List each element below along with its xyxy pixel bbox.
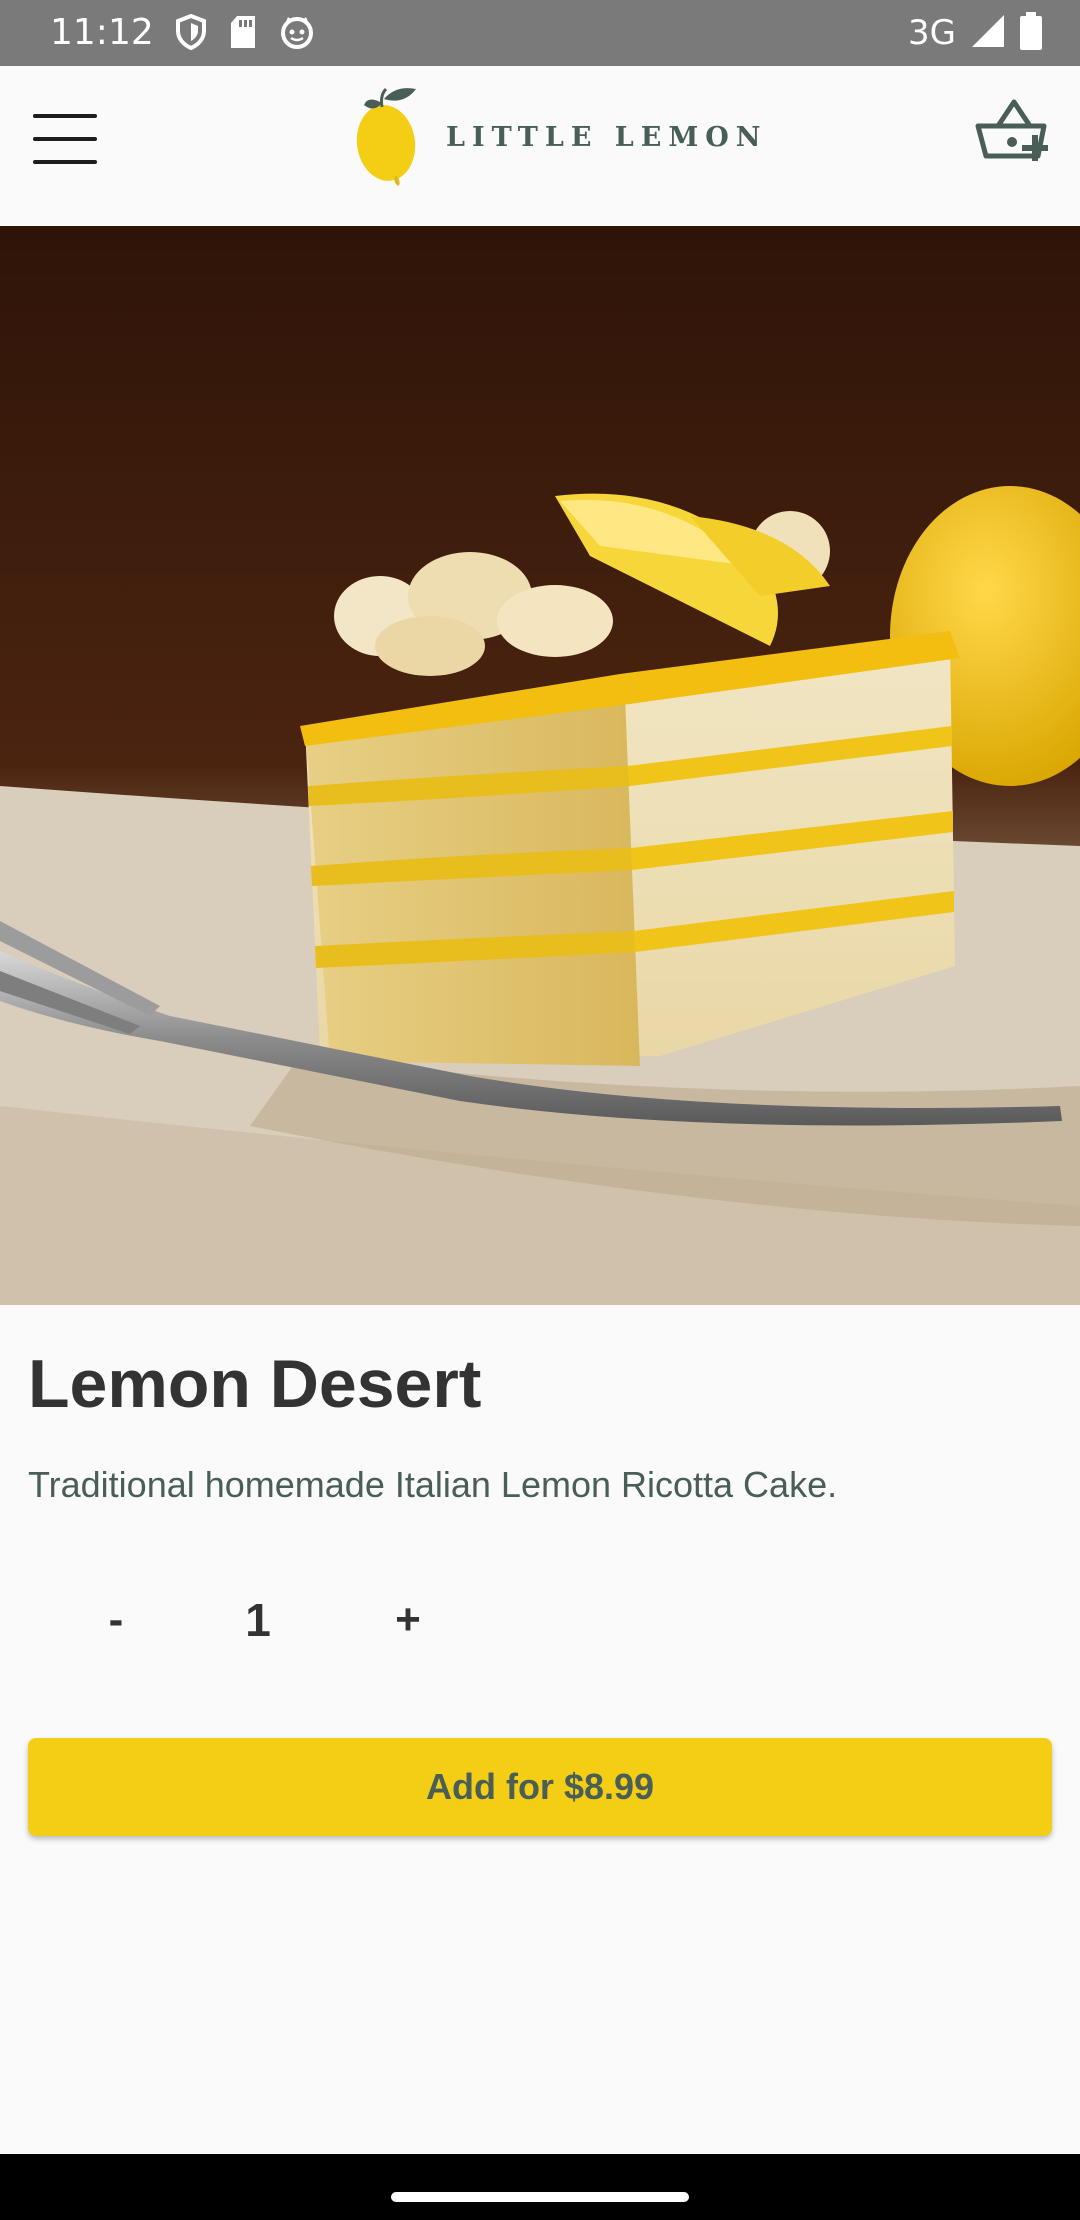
status-time: 11:12 (50, 12, 154, 53)
lemon-cake-photo (0, 226, 1080, 1305)
cart-button[interactable] (974, 96, 1054, 176)
home-gesture-pill[interactable] (391, 2192, 689, 2202)
status-bar: 11:12 3G (0, 0, 1080, 66)
increment-button[interactable]: + (368, 1580, 448, 1660)
lemon-icon (356, 83, 422, 192)
decrement-button[interactable]: - (76, 1580, 156, 1660)
menu-icon-bar (33, 160, 97, 164)
status-icons-right: 3G (908, 12, 1042, 54)
shield-icon (175, 13, 207, 54)
app-logo: LITTLE LEMON (356, 82, 767, 192)
battery-icon (1020, 12, 1042, 54)
product-title: Lemon Desert (28, 1346, 482, 1422)
quantity-value: 1 (245, 1594, 271, 1646)
app-bar: LITTLE LEMON (0, 66, 1080, 226)
menu-icon-bar (33, 114, 97, 118)
product-description: Traditional homemade Italian Lemon Ricot… (28, 1464, 838, 1505)
signal-icon (970, 13, 1006, 53)
sd-card-icon (229, 15, 257, 53)
cat-icon (279, 14, 315, 54)
menu-icon-bar (33, 137, 97, 141)
menu-button[interactable] (28, 104, 108, 184)
status-icons-left (175, 13, 315, 54)
basket-add-icon (974, 99, 1054, 180)
hero-image (0, 226, 1080, 1305)
add-to-cart-button[interactable]: Add for $8.99 (28, 1738, 1052, 1836)
network-type: 3G (908, 13, 956, 53)
system-nav-bar (0, 2154, 1080, 2220)
logo-text: LITTLE LEMON (446, 121, 768, 153)
quantity-stepper: - 1 + (28, 1580, 448, 1660)
